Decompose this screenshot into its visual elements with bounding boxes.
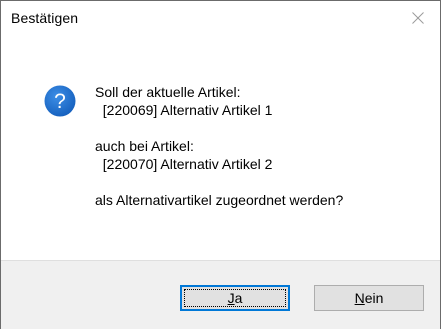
close-button[interactable]: [396, 1, 440, 35]
no-button[interactable]: Nein: [314, 285, 424, 311]
message-line-5: [220070] Alternativ Artikel 2: [95, 156, 273, 172]
message-line-4: auch bei Artikel:: [95, 138, 194, 154]
message-line-6: [95, 173, 343, 191]
question-icon: ?: [44, 85, 76, 117]
close-icon: [412, 12, 424, 24]
message-line-1: Soll der aktuelle Artikel:: [95, 84, 241, 100]
focus-rectangle: [184, 289, 286, 307]
dialog-body: ? Soll der aktuelle Artikel: [220069] Al…: [1, 35, 440, 260]
message-text: Soll der aktuelle Artikel: [220069] Alte…: [95, 83, 343, 209]
no-button-label: Nein: [354, 290, 384, 306]
message-line-7: als Alternativartikel zugeordnet werden?: [95, 192, 344, 208]
confirm-dialog: Bestätigen ? Soll der aktuelle Artikel: …: [0, 0, 441, 329]
message-line-3: [95, 119, 343, 137]
dialog-title: Bestätigen: [11, 10, 79, 26]
svg-text:?: ?: [54, 90, 66, 113]
title-bar[interactable]: Bestätigen: [1, 1, 440, 35]
yes-button[interactable]: Ja: [180, 285, 290, 311]
message-line-2: [220069] Alternativ Artikel 1: [95, 102, 273, 118]
